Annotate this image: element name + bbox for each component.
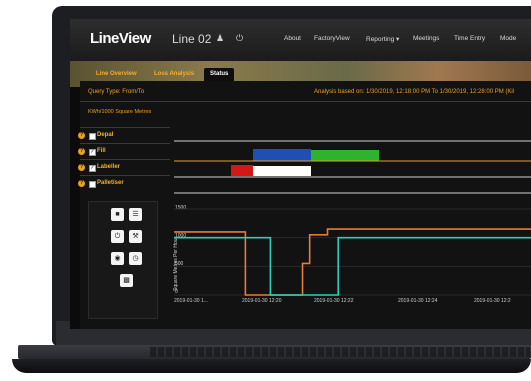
laptop-front-edge (12, 359, 531, 373)
keyboard (150, 347, 530, 357)
series-line-1 (174, 228, 531, 296)
x-tick-label: 2019-01-30 1... (174, 298, 208, 304)
x-tick-label: 2019-01-30 12:20 (242, 298, 282, 304)
production-chart (174, 208, 531, 296)
screen: LineView Line 02 ♟ ⏻ About FactoryView R… (70, 19, 531, 329)
x-tick-label: 2019-01-30 12:2 (474, 298, 511, 304)
x-tick-label: 2019-01-30 12:24 (398, 298, 438, 304)
x-tick-label: 2019-01-30 12:22 (314, 298, 354, 304)
